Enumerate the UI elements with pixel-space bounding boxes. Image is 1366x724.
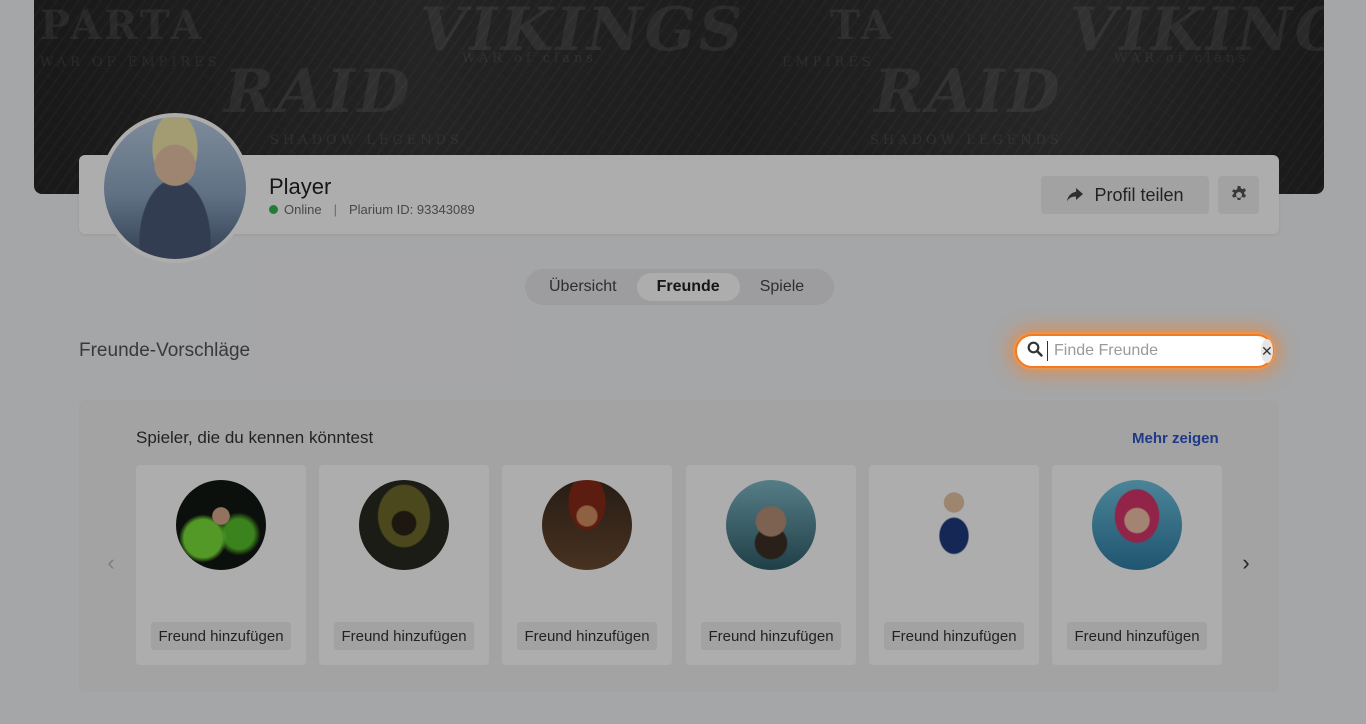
add-friend-button[interactable]: Freund hinzufügen (1067, 622, 1207, 650)
section-title: Freunde-Vorschläge (79, 340, 251, 361)
suggestion-avatar[interactable] (542, 480, 632, 570)
add-friend-button[interactable]: Freund hinzufügen (151, 622, 291, 650)
suggestion-avatar[interactable] (359, 480, 449, 570)
tab-overview[interactable]: Übersicht (529, 273, 637, 301)
friend-search-input[interactable] (1047, 341, 1261, 361)
carousel-prev-button[interactable]: ‹ (101, 550, 121, 576)
profile-tabs: Übersicht Freunde Spiele (525, 269, 834, 305)
suggestion-card: Freund hinzufügen (319, 465, 489, 665)
share-profile-button[interactable]: Profil teilen (1041, 176, 1209, 214)
online-status-text: Online (284, 202, 322, 217)
friend-search-box: ✕ (1015, 334, 1274, 368)
suggestion-card: Freund hinzufügen (136, 465, 306, 665)
banner-word: WAR of clans (462, 51, 598, 66)
banner-word: RAID (874, 57, 1063, 127)
banner-word: WAR OF EMPIRES (40, 55, 221, 70)
banner-word: PARTA (40, 2, 205, 49)
plarium-id: Plarium ID: 93343089 (348, 202, 475, 217)
share-profile-label: Profil teilen (1094, 184, 1184, 205)
banner-word: SHADOW LEGENDS (870, 133, 1063, 148)
add-friend-button[interactable]: Freund hinzufügen (701, 622, 841, 650)
tab-friends[interactable]: Freunde (636, 273, 740, 301)
status-line: Online | Plarium ID: 93343089 (269, 202, 475, 217)
show-more-link[interactable]: Mehr zeigen (1132, 430, 1219, 447)
chevron-left-icon: ‹ (107, 550, 115, 575)
banner-word: SHADOW LEGENDS (270, 133, 463, 148)
suggestion-avatar[interactable] (726, 480, 816, 570)
online-status-dot (269, 205, 278, 214)
suggestion-avatar[interactable] (909, 480, 999, 570)
suggestion-card: Freund hinzufügen (686, 465, 856, 665)
suggestion-avatar[interactable] (1092, 480, 1182, 570)
add-friend-button[interactable]: Freund hinzufügen (334, 622, 474, 650)
avatar[interactable] (100, 113, 250, 263)
chevron-right-icon: › (1242, 550, 1250, 575)
clear-search-button[interactable]: ✕ (1261, 339, 1273, 363)
banner-word: WAR of clans (1114, 51, 1250, 66)
banner-word: EMPIRES (782, 55, 875, 70)
suggestions-heading: Spieler, die du kennen könntest (136, 428, 374, 447)
suggestion-card: Freund hinzufügen (1052, 465, 1222, 665)
carousel-next-button[interactable]: › (1236, 550, 1256, 576)
banner-word: TA (830, 2, 895, 49)
settings-button[interactable] (1218, 176, 1259, 214)
suggestion-avatar[interactable] (176, 480, 266, 570)
suggestion-card: Freund hinzufügen (502, 465, 672, 665)
search-icon (1027, 341, 1043, 362)
gear-icon (1231, 186, 1246, 200)
close-icon: ✕ (1261, 342, 1273, 359)
status-separator: | (333, 202, 337, 217)
add-friend-button[interactable]: Freund hinzufügen (517, 622, 657, 650)
tab-games[interactable]: Spiele (740, 273, 824, 301)
share-arrow-icon (1067, 188, 1084, 202)
add-friend-button[interactable]: Freund hinzufügen (884, 622, 1024, 650)
suggestion-card: Freund hinzufügen (869, 465, 1039, 665)
banner-word: RAID (224, 57, 413, 127)
player-name: Player (269, 174, 332, 199)
